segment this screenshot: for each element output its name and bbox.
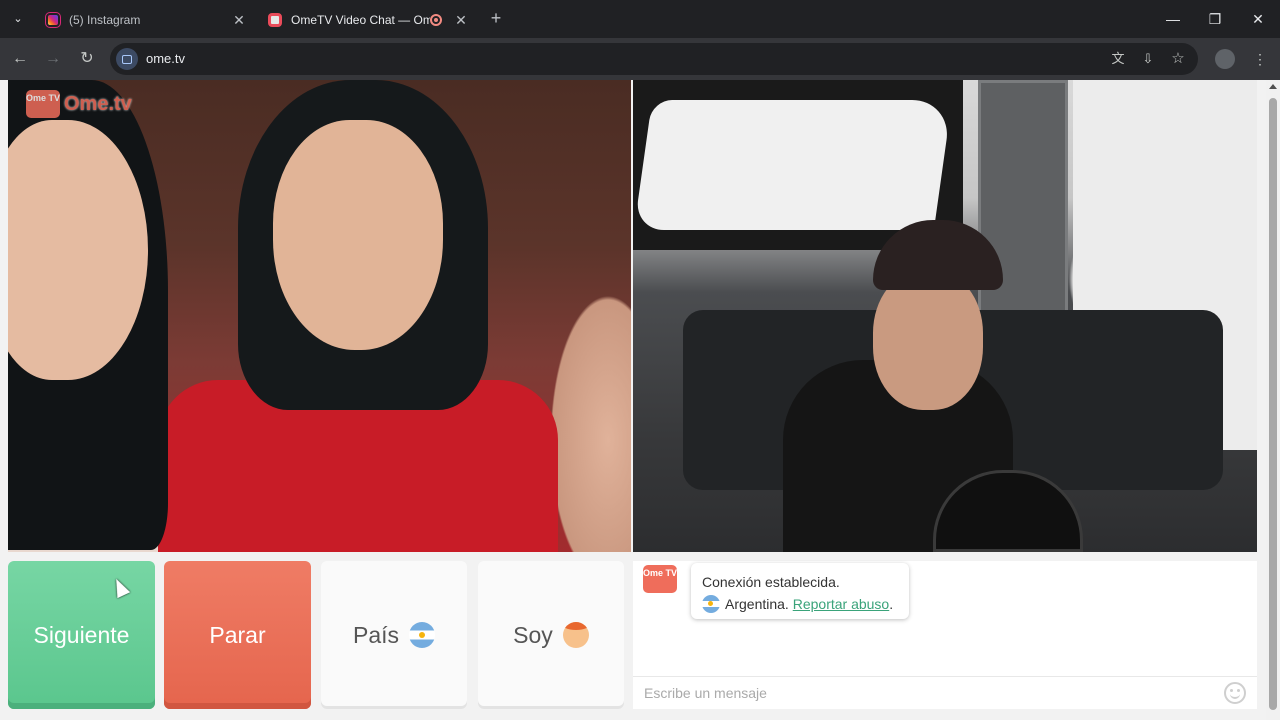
tab-title: (5) Instagram: [69, 13, 141, 27]
country-button[interactable]: País: [321, 561, 467, 709]
remote-video: Ome TV Ome.tv: [8, 80, 631, 552]
install-icon[interactable]: ⇩: [1138, 49, 1158, 69]
scrollbar[interactable]: [1266, 80, 1280, 720]
close-window-button[interactable]: ✕: [1246, 8, 1270, 30]
argentina-flag-icon: [702, 595, 720, 613]
site-info-icon[interactable]: [116, 48, 138, 70]
profile-icon[interactable]: [1215, 49, 1235, 69]
maximize-button[interactable]: ❐: [1203, 8, 1227, 30]
tab-instagram[interactable]: (5) Instagram ✕: [36, 6, 256, 34]
next-button[interactable]: Siguiente: [8, 561, 155, 709]
tab-close-button[interactable]: ✕: [454, 12, 468, 29]
partner-info: Argentina. Reportar abuso.: [702, 593, 898, 615]
connection-status: Conexión establecida.: [702, 574, 840, 590]
emoji-picker-icon[interactable]: [1224, 682, 1246, 704]
partner-country: Argentina.: [725, 596, 789, 612]
gender-button[interactable]: Soy: [478, 561, 624, 709]
stop-button-label: Parar: [209, 621, 266, 648]
ometv-page: Ome TV Ome.tv Siguiente Parar País Soy O…: [0, 80, 1280, 720]
report-abuse-link[interactable]: Reportar abuso: [793, 596, 890, 612]
menu-icon[interactable]: ⋮: [1250, 49, 1270, 69]
next-button-label: Siguiente: [33, 621, 130, 648]
star-icon[interactable]: ☆: [1168, 49, 1188, 69]
chat-panel: Ome TV Conexión establecida. Argentina. …: [633, 561, 1257, 709]
boy-emoji-icon: [562, 622, 589, 648]
local-video: [633, 80, 1257, 552]
report-suffix: .: [889, 596, 894, 612]
tab-ometv[interactable]: OmeTV Video Chat — Ome ✕: [258, 6, 478, 34]
recording-icon: [430, 14, 442, 26]
back-button[interactable]: ←: [9, 48, 31, 70]
video-shape: [273, 120, 443, 350]
scroll-up-arrow-icon[interactable]: [1269, 84, 1277, 89]
tab-title: OmeTV Video Chat — Ome: [291, 13, 430, 27]
browser-toolbar: ← → ↻ ome.tv 文 ⇩ ☆ ⋮: [0, 38, 1280, 80]
reload-button[interactable]: ↻: [76, 48, 98, 70]
url-text: ome.tv: [146, 51, 186, 66]
message-input[interactable]: [633, 676, 1257, 709]
gender-button-label: Soy: [513, 621, 553, 648]
ometv-icon: [268, 13, 282, 27]
country-button-label: País: [352, 621, 400, 648]
system-message: Conexión establecida. Argentina. Reporta…: [691, 563, 909, 619]
video-shape: [978, 80, 1068, 340]
forward-button[interactable]: →: [42, 48, 64, 70]
scrollbar-thumb[interactable]: [1269, 98, 1277, 710]
video-shape: [873, 270, 983, 410]
instagram-icon: [45, 12, 61, 28]
stop-button[interactable]: Parar: [164, 561, 311, 709]
ometv-logo-icon: Ome TV: [26, 90, 60, 118]
ometv-watermark: Ome TV Ome.tv: [26, 90, 132, 118]
minimize-button[interactable]: —: [1161, 8, 1185, 30]
watermark-text: Ome.tv: [64, 92, 132, 115]
translate-icon[interactable]: 文: [1108, 49, 1128, 69]
new-tab-button[interactable]: +: [486, 8, 506, 28]
argentina-flag-icon: [409, 622, 436, 648]
ometv-logo-icon: Ome TV: [643, 565, 677, 593]
address-bar[interactable]: ome.tv: [110, 43, 1198, 75]
tab-close-button[interactable]: ✕: [232, 12, 246, 29]
browser-tab-strip: ⌄ (5) Instagram ✕ OmeTV Video Chat — Ome…: [0, 0, 1280, 38]
tab-search-icon[interactable]: ⌄: [8, 9, 28, 29]
